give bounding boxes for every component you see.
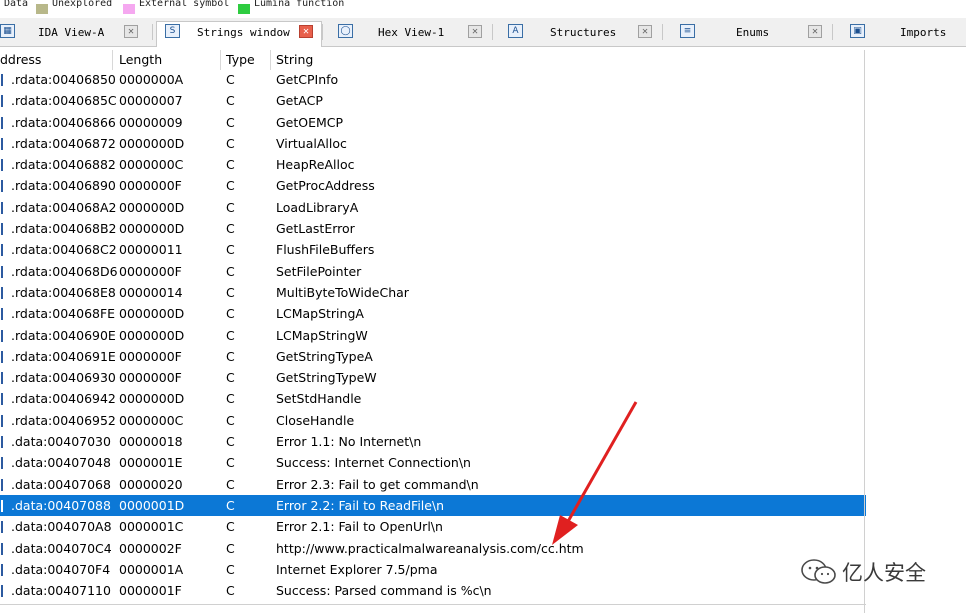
arrow-head <box>552 515 578 545</box>
arrow-shaft <box>564 401 638 526</box>
annotation-arrow <box>552 401 638 545</box>
watermark: 亿人安全 <box>800 555 950 587</box>
wechat-logo-icon <box>801 559 836 584</box>
watermark-text: 亿人安全 <box>842 561 926 585</box>
